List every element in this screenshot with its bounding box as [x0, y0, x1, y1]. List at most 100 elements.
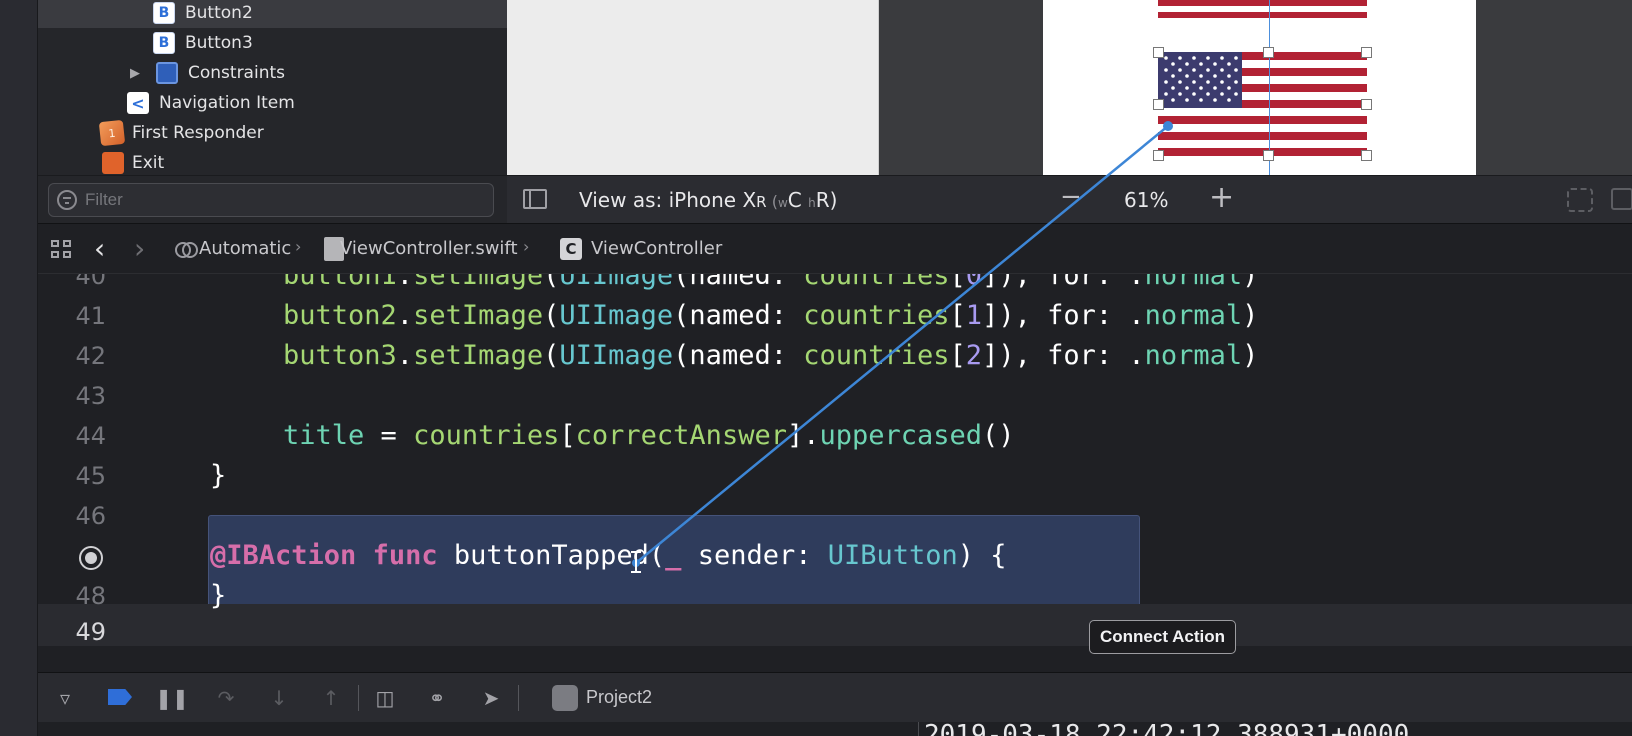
traits-open: (	[766, 192, 778, 211]
automatic-icon	[175, 239, 199, 261]
code-text: @IBAction func buttonTapped(_ sender: UI…	[210, 540, 1007, 571]
code-line[interactable]: 45 }	[38, 456, 1632, 496]
filter-field[interactable]	[48, 183, 494, 217]
navigation-item-icon: <	[127, 92, 149, 114]
zoom-level: 61%	[1124, 188, 1169, 212]
view-as-suffix: R	[756, 193, 767, 211]
resize-handle[interactable]	[1361, 47, 1372, 58]
code-text: }	[210, 580, 227, 611]
breadcrumb-separator: ›	[295, 237, 302, 256]
code-text: button3.setImage(UIImage(named: countrie…	[283, 340, 1259, 371]
back-button[interactable]: ‹	[94, 232, 105, 265]
outline-item-button3[interactable]: B Button3	[153, 28, 253, 58]
filter-input[interactable]	[85, 190, 465, 210]
line-number: 46	[75, 502, 106, 530]
toggle-outline-icon[interactable]	[523, 189, 547, 209]
breadcrumb-separator: ›	[523, 237, 530, 256]
filter-icon	[57, 190, 77, 210]
resize-handle[interactable]	[1153, 47, 1164, 58]
outline-item-button2[interactable]: B Button2	[38, 0, 507, 28]
flag-button-image[interactable]	[1158, 52, 1367, 156]
height-class-value: R)	[815, 188, 838, 212]
embed-in-icon[interactable]	[1611, 188, 1632, 210]
connect-action-tooltip: Connect Action	[1089, 620, 1236, 654]
source-editor[interactable]: 40 button1.setImage(UIImage(named: count…	[38, 274, 1632, 664]
outline-item-navigation-item[interactable]: < Navigation Item	[127, 88, 295, 118]
resize-handle[interactable]	[1153, 99, 1164, 110]
code-line[interactable]: 42 button3.setImage(UIImage(named: count…	[38, 336, 1632, 376]
breadcrumb-file[interactable]: ViewController.swift	[340, 238, 518, 259]
code-text: }	[210, 460, 227, 491]
console-area[interactable]: 2019-03-18 22:42:12.388931+0000	[38, 722, 1632, 736]
breadcrumb-symbol[interactable]: ViewController	[591, 238, 722, 259]
resize-handle[interactable]	[1361, 99, 1372, 110]
exit-icon	[102, 152, 124, 174]
step-out-icon[interactable]: ↑	[318, 685, 344, 711]
disclosure-triangle-icon[interactable]: ▶	[130, 66, 144, 81]
width-class-value: C	[787, 188, 802, 212]
code-line[interactable]: @IBAction func buttonTapped(_ sender: UI…	[38, 536, 1632, 576]
code-line[interactable]: 46	[38, 496, 1632, 536]
height-class-label: h	[808, 196, 816, 210]
document-outline: B Button2 B Button3 ▶ Constraints < Navi…	[38, 0, 507, 175]
step-over-icon[interactable]: ↷	[213, 685, 239, 711]
project-icon	[552, 685, 578, 711]
device-configuration[interactable]: View as: iPhone XR (wC hR)	[579, 188, 837, 212]
resize-handle[interactable]	[1263, 47, 1274, 58]
connection-indicator-icon[interactable]	[79, 546, 103, 570]
code-text: button2.setImage(UIImage(named: countrie…	[283, 300, 1259, 331]
forward-button[interactable]: ›	[134, 232, 145, 265]
line-number: 44	[75, 422, 106, 450]
class-icon: C	[560, 238, 582, 260]
step-into-icon[interactable]: ↓	[266, 685, 292, 711]
memory-graph-icon[interactable]: ⚭	[424, 685, 450, 711]
line-number: 40	[75, 274, 106, 290]
toolbar-divider	[518, 685, 519, 711]
update-frames-icon[interactable]	[1567, 188, 1593, 212]
code-line[interactable]: 40 button1.setImage(UIImage(named: count…	[38, 274, 1632, 296]
outline-item-exit[interactable]: Exit	[102, 148, 164, 175]
code-line[interactable]: 43	[38, 376, 1632, 416]
outline-item-first-responder[interactable]: 1 First Responder	[98, 118, 264, 148]
code-line[interactable]: 48 }	[38, 576, 1632, 616]
resize-handle[interactable]	[1361, 150, 1372, 161]
previous-scene	[507, 0, 879, 175]
zoom-in-button[interactable]: +	[1209, 180, 1234, 215]
code-text: title = countries[correctAnswer].upperca…	[283, 420, 1015, 451]
line-number: 49	[75, 618, 106, 646]
line-number: 48	[75, 582, 106, 610]
view-controller-scene[interactable]	[1043, 0, 1476, 175]
debug-bar: ▿ ❚❚ ↷ ↓ ↑ ◫ ⚭ ➤ Project2	[38, 672, 1632, 722]
width-class-label: w	[777, 196, 788, 210]
line-number: 42	[75, 342, 106, 370]
related-items-icon[interactable]	[51, 240, 73, 260]
interface-builder-canvas[interactable]	[507, 0, 1632, 175]
project-name[interactable]: Project2	[586, 687, 652, 708]
simulate-location-icon[interactable]: ➤	[478, 685, 504, 711]
left-rail	[0, 0, 38, 736]
outline-item-label: Exit	[132, 153, 165, 173]
code-line[interactable]: 41 button2.setImage(UIImage(named: count…	[38, 296, 1632, 336]
breakpoints-toggle-icon[interactable]	[108, 689, 132, 705]
outline-item-label: Constraints	[188, 63, 285, 83]
outline-item-label: Button3	[185, 33, 253, 53]
outline-item-constraints[interactable]: ▶ Constraints	[130, 58, 285, 88]
pause-icon[interactable]: ❚❚	[155, 685, 189, 711]
view-hierarchy-icon[interactable]: ◫	[372, 685, 398, 711]
breadcrumb-automatic[interactable]: Automatic	[199, 238, 291, 259]
canvas-bottom-bar: View as: iPhone XR (wC hR) − 61% +	[507, 175, 1632, 223]
outline-item-label: Navigation Item	[159, 93, 295, 113]
resize-handle[interactable]	[1263, 150, 1274, 161]
jump-bar: ‹ › Automatic › ViewController.swift › C…	[38, 223, 1632, 274]
button-icon: B	[153, 2, 175, 24]
alignment-guide	[1269, 0, 1270, 175]
outline-item-label: First Responder	[132, 123, 264, 143]
code-line[interactable]: 44 title = countries[correctAnswer].uppe…	[38, 416, 1632, 456]
console-divider	[918, 722, 919, 736]
resize-handle[interactable]	[1153, 150, 1164, 161]
code-line[interactable]: 49	[38, 612, 1632, 652]
line-number: 41	[75, 302, 106, 330]
hide-debug-area-icon[interactable]: ▿	[52, 685, 78, 711]
flag-image-top	[1158, 0, 1367, 22]
zoom-out-button[interactable]: −	[1060, 182, 1082, 212]
